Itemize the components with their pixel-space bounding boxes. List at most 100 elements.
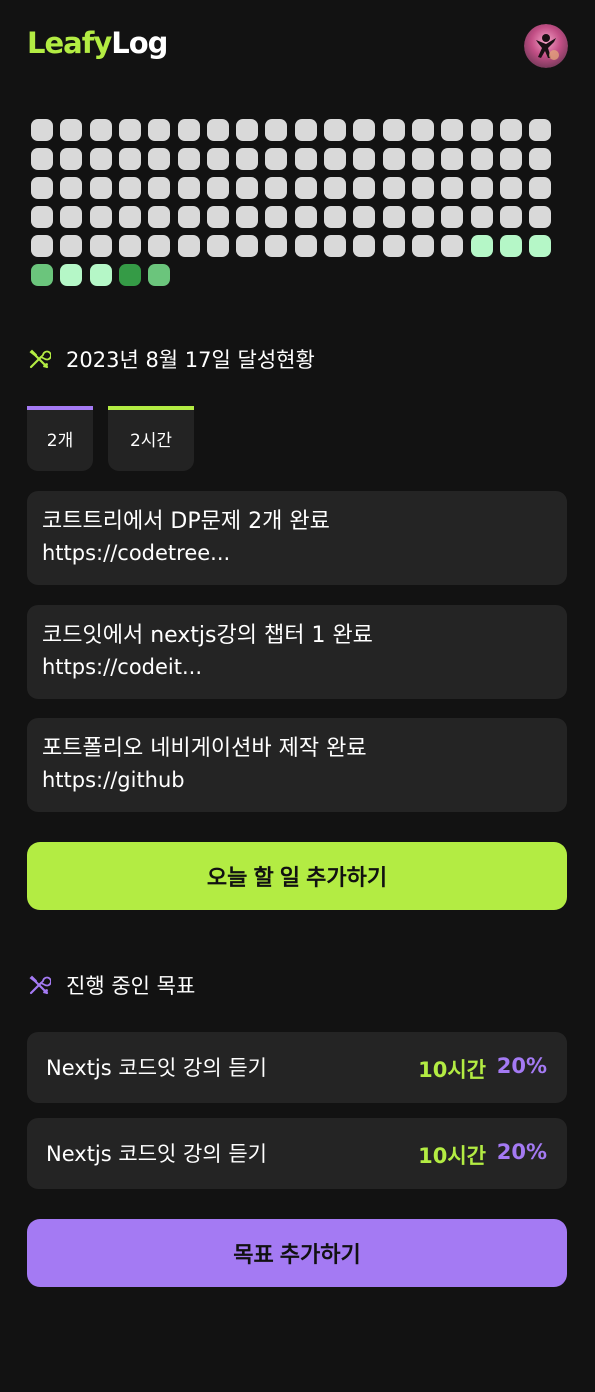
grid-cell[interactable] — [177, 234, 200, 257]
grid-cell[interactable] — [89, 263, 112, 286]
grid-cell[interactable] — [265, 147, 288, 170]
grid-cell[interactable] — [441, 147, 464, 170]
grid-cell[interactable] — [529, 205, 552, 228]
grid-cell[interactable] — [148, 263, 171, 286]
grid-cell[interactable] — [206, 176, 229, 199]
grid-cell[interactable] — [31, 263, 53, 286]
grid-cell[interactable] — [441, 176, 464, 199]
grid-cell[interactable] — [236, 205, 259, 228]
grid-cell[interactable] — [31, 205, 53, 228]
grid-cell[interactable] — [31, 119, 53, 141]
grid-cell[interactable] — [60, 119, 83, 141]
grid-cell[interactable] — [148, 176, 171, 199]
goal-card[interactable]: Nextjs 코드잇 강의 듣기 10시간 20% — [27, 1032, 567, 1103]
grid-cell[interactable] — [324, 176, 346, 199]
grid-cell[interactable] — [499, 147, 522, 170]
grid-cell[interactable] — [60, 263, 83, 286]
grid-cell[interactable] — [89, 176, 112, 199]
grid-cell[interactable] — [89, 119, 112, 141]
grid-cell[interactable] — [324, 147, 346, 170]
goal-card[interactable]: Nextjs 코드잇 강의 듣기 10시간 20% — [27, 1118, 567, 1189]
grid-cell[interactable] — [206, 234, 229, 257]
grid-cell[interactable] — [206, 147, 229, 170]
grid-cell[interactable] — [499, 176, 522, 199]
grid-cell[interactable] — [529, 147, 552, 170]
grid-cell[interactable] — [265, 119, 288, 141]
grid-cell[interactable] — [89, 234, 112, 257]
grid-cell[interactable] — [294, 205, 317, 228]
grid-cell[interactable] — [324, 234, 346, 257]
grid-cell[interactable] — [382, 119, 405, 141]
avatar[interactable] — [524, 24, 568, 68]
grid-cell[interactable] — [148, 234, 171, 257]
grid-cell[interactable] — [148, 205, 171, 228]
grid-cell[interactable] — [411, 205, 434, 228]
grid-cell[interactable] — [499, 119, 522, 141]
grid-cell[interactable] — [118, 205, 141, 228]
grid-cell[interactable] — [236, 119, 259, 141]
grid-cell[interactable] — [324, 205, 346, 228]
grid-cell[interactable] — [177, 205, 200, 228]
task-link[interactable]: https://github — [42, 765, 552, 796]
grid-cell[interactable] — [236, 147, 259, 170]
grid-cell[interactable] — [324, 119, 346, 141]
grid-cell[interactable] — [470, 234, 493, 257]
grid-cell[interactable] — [411, 147, 434, 170]
grid-cell[interactable] — [353, 119, 376, 141]
grid-cell[interactable] — [353, 205, 376, 228]
grid-cell[interactable] — [411, 176, 434, 199]
grid-cell[interactable] — [294, 176, 317, 199]
grid-cell[interactable] — [353, 176, 376, 199]
grid-cell[interactable] — [60, 234, 83, 257]
grid-cell[interactable] — [177, 147, 200, 170]
grid-cell[interactable] — [265, 234, 288, 257]
grid-cell[interactable] — [60, 176, 83, 199]
grid-cell[interactable] — [441, 205, 464, 228]
grid-cell[interactable] — [265, 205, 288, 228]
grid-cell[interactable] — [499, 234, 522, 257]
grid-cell[interactable] — [118, 119, 141, 141]
grid-cell[interactable] — [411, 119, 434, 141]
grid-cell[interactable] — [470, 119, 493, 141]
grid-cell[interactable] — [382, 176, 405, 199]
grid-cell[interactable] — [31, 234, 53, 257]
task-card[interactable]: 코트트리에서 DP문제 2개 완료 https://codetree... — [27, 491, 567, 585]
grid-cell[interactable] — [529, 119, 552, 141]
grid-cell[interactable] — [236, 234, 259, 257]
grid-cell[interactable] — [60, 147, 83, 170]
grid-cell[interactable] — [177, 176, 200, 199]
grid-cell[interactable] — [118, 234, 141, 257]
grid-cell[interactable] — [118, 263, 141, 286]
grid-cell[interactable] — [294, 119, 317, 141]
grid-cell[interactable] — [382, 234, 405, 257]
grid-cell[interactable] — [529, 234, 552, 257]
task-card[interactable]: 코드잇에서 nextjs강의 챕터 1 완료 https://codeit... — [27, 605, 567, 699]
grid-cell[interactable] — [382, 147, 405, 170]
grid-cell[interactable] — [89, 147, 112, 170]
grid-cell[interactable] — [353, 147, 376, 170]
grid-cell[interactable] — [294, 147, 317, 170]
grid-cell[interactable] — [441, 119, 464, 141]
app-logo[interactable]: LeafyLog — [27, 26, 168, 60]
grid-cell[interactable] — [31, 147, 53, 170]
grid-cell[interactable] — [60, 205, 83, 228]
grid-cell[interactable] — [206, 205, 229, 228]
grid-cell[interactable] — [294, 234, 317, 257]
add-goal-button[interactable]: 목표 추가하기 — [27, 1219, 567, 1287]
grid-cell[interactable] — [148, 119, 171, 141]
grid-cell[interactable] — [236, 176, 259, 199]
grid-cell[interactable] — [499, 205, 522, 228]
grid-cell[interactable] — [31, 176, 53, 199]
task-card[interactable]: 포트폴리오 네비게이션바 제작 완료 https://github — [27, 718, 567, 812]
grid-cell[interactable] — [177, 119, 200, 141]
grid-cell[interactable] — [118, 176, 141, 199]
grid-cell[interactable] — [470, 147, 493, 170]
grid-cell[interactable] — [382, 205, 405, 228]
grid-cell[interactable] — [470, 176, 493, 199]
add-task-button[interactable]: 오늘 할 일 추가하기 — [27, 842, 567, 910]
task-link[interactable]: https://codetree... — [42, 538, 552, 569]
grid-cell[interactable] — [411, 234, 434, 257]
grid-cell[interactable] — [470, 205, 493, 228]
grid-cell[interactable] — [148, 147, 171, 170]
grid-cell[interactable] — [353, 234, 376, 257]
